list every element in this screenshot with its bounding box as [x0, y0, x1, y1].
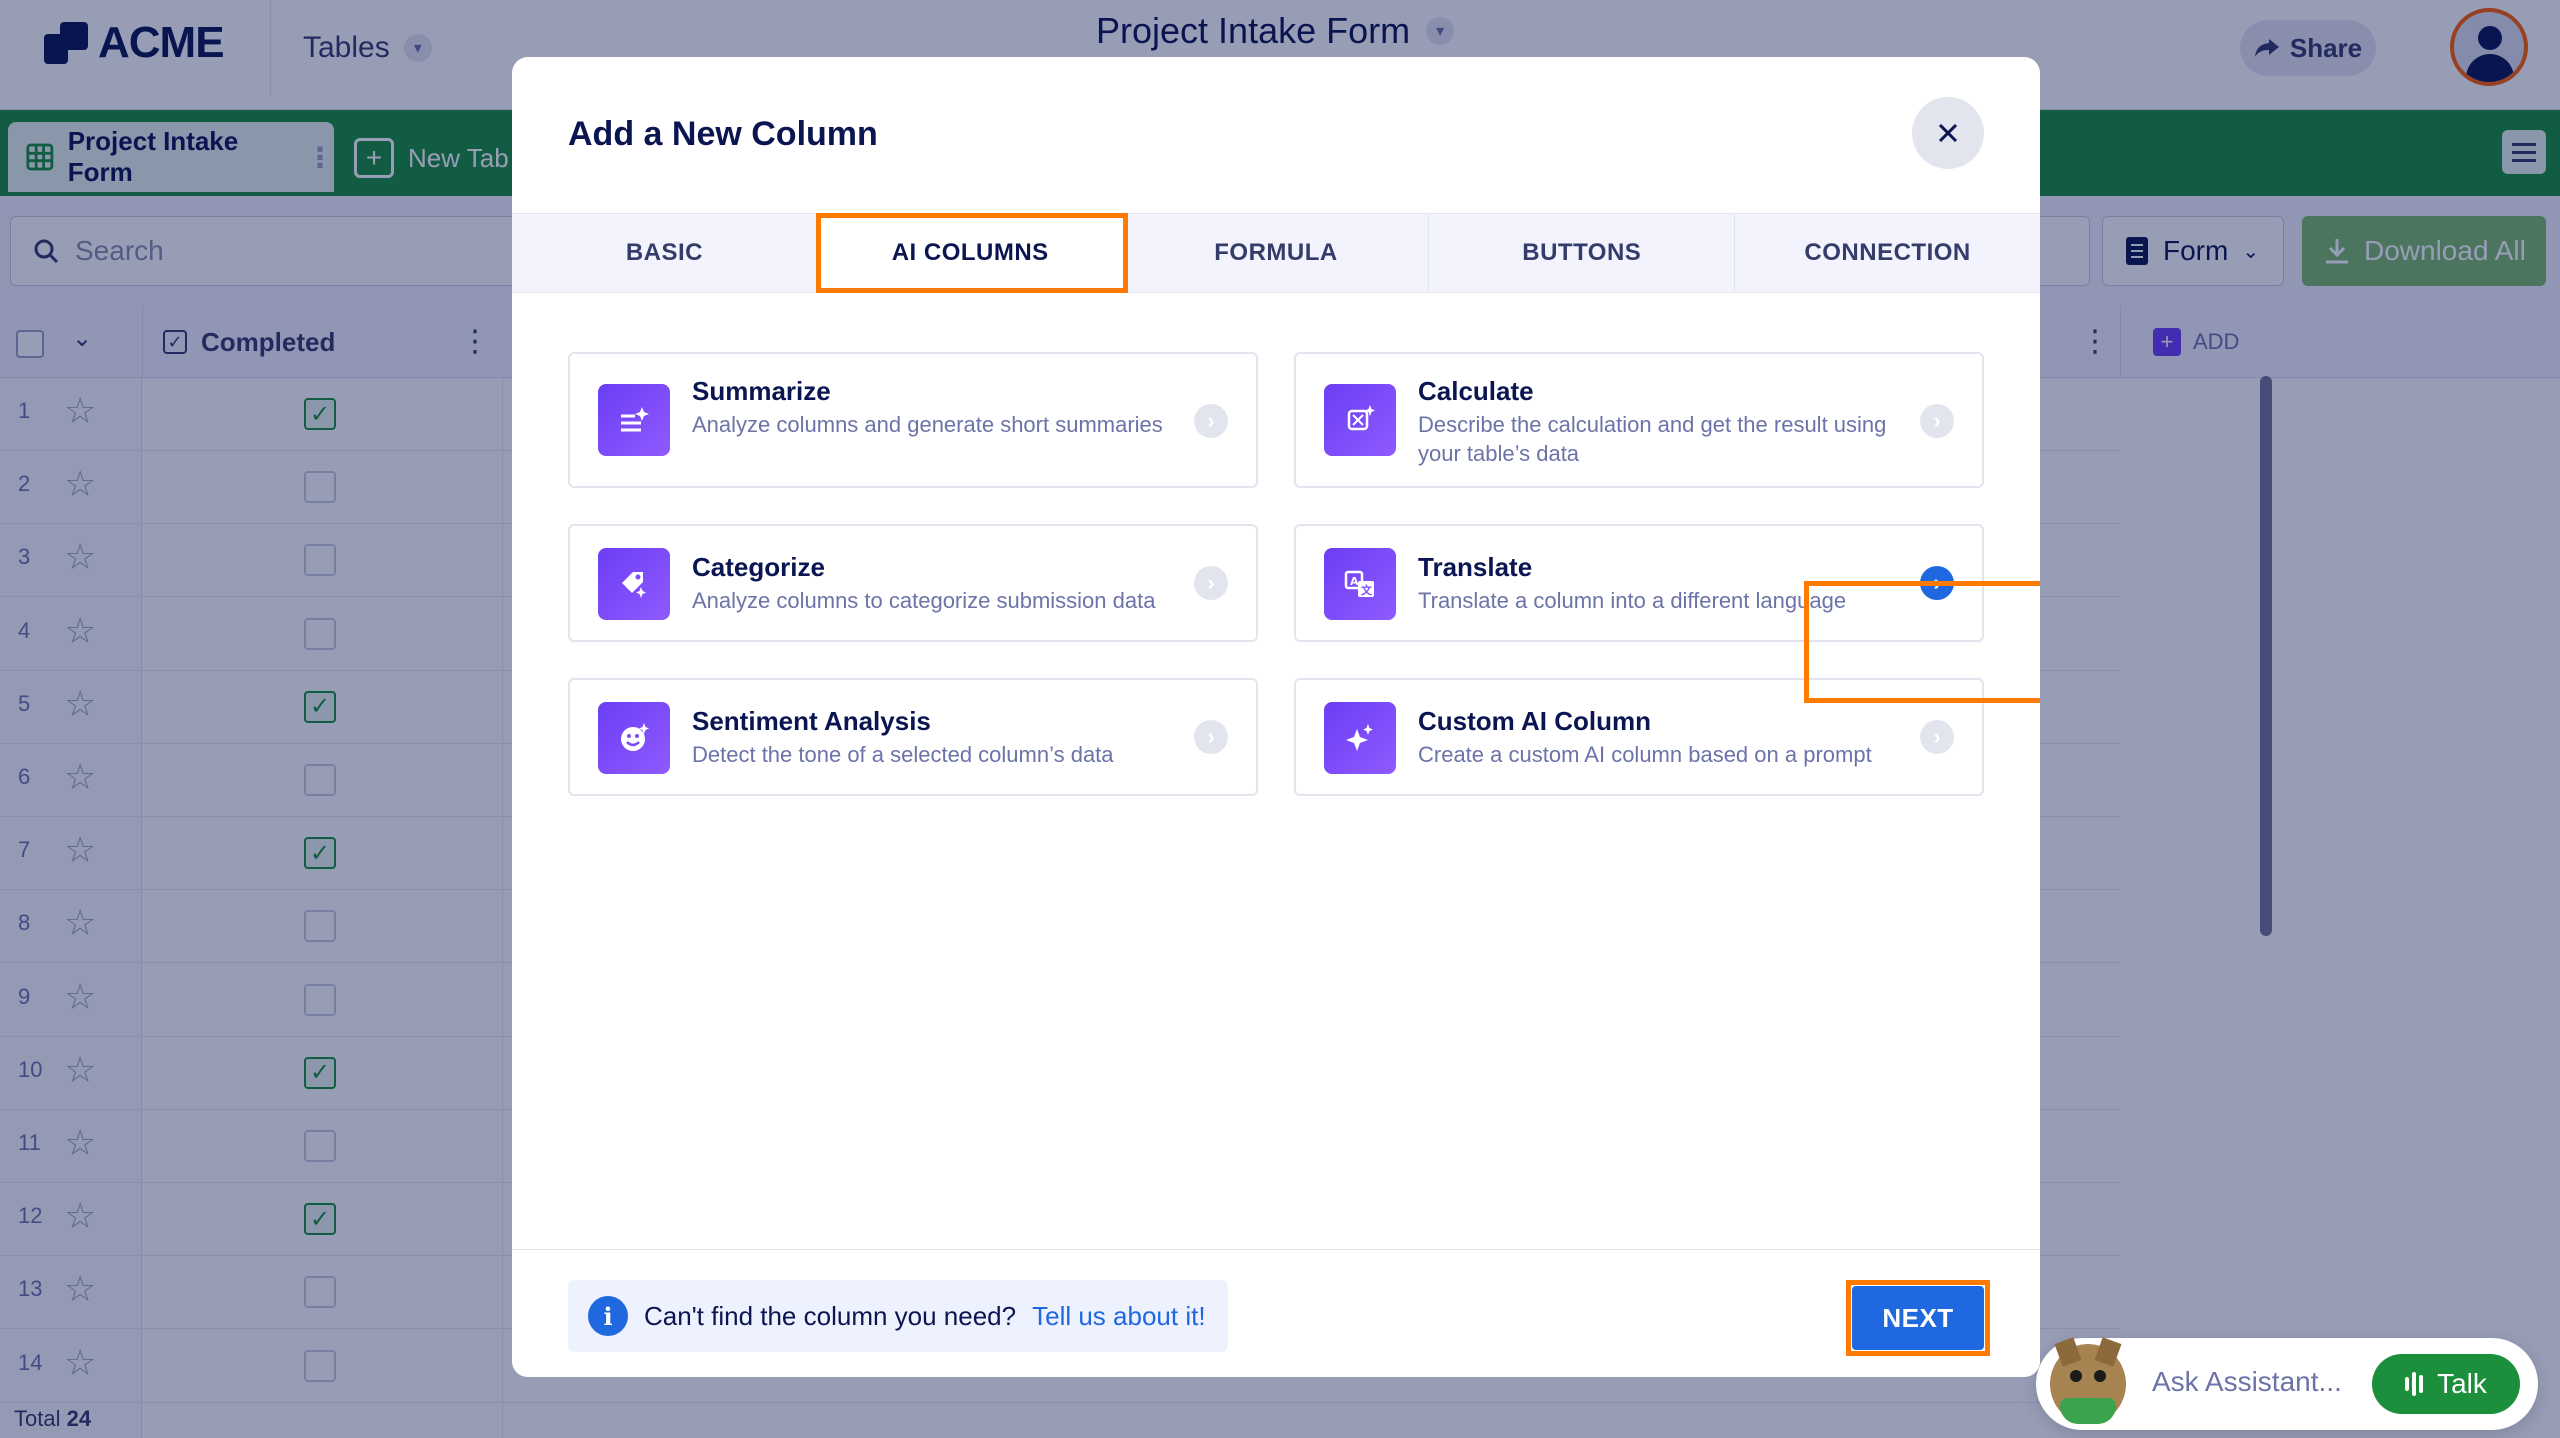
option-description: Analyze columns to categorize submission… — [692, 588, 1156, 613]
close-button[interactable] — [1912, 97, 1984, 169]
modal-title: Add a New Column — [568, 115, 878, 153]
option-translate[interactable]: A文 Translate Translate a column into a d… — [1294, 524, 1984, 642]
option-title: Summarize — [692, 376, 831, 406]
feedback-text: Can't find the column you need? — [644, 1300, 1017, 1331]
add-column-modal: Add a New Column BASIC AI COLUMNS FORMUL… — [512, 57, 2040, 1377]
option-calculate[interactable]: Calculate Describe the calculation and g… — [1294, 352, 1984, 488]
chevron-right-icon: › — [1920, 720, 1954, 754]
option-description: Detect the tone of a selected column’s d… — [692, 742, 1114, 767]
translate-icon: A文 — [1324, 548, 1396, 620]
option-title: Calculate — [1418, 376, 1534, 406]
talk-label: Talk — [2437, 1368, 2487, 1399]
option-description: Describe the calculation and get the res… — [1418, 412, 1887, 466]
feedback-link[interactable]: Tell us about it! — [1032, 1301, 1205, 1332]
option-description: Analyze columns and generate short summa… — [692, 412, 1163, 437]
sparkle-icon — [1324, 702, 1396, 774]
tab-ai-columns[interactable]: AI COLUMNS — [817, 214, 1124, 292]
ai-column-options: Summarize Analyze columns and generate s… — [568, 352, 1984, 812]
assistant-avatar-icon — [2050, 1337, 2126, 1424]
summarize-icon — [598, 384, 670, 456]
info-icon: i — [588, 1296, 628, 1336]
chevron-right-icon: › — [1194, 566, 1228, 600]
option-description: Translate a column into a different lang… — [1418, 588, 1847, 613]
option-title: Translate — [1418, 552, 1533, 582]
tab-formula[interactable]: FORMULA — [1124, 214, 1430, 292]
sentiment-icon — [598, 702, 670, 774]
option-summarize[interactable]: Summarize Analyze columns and generate s… — [568, 352, 1258, 488]
feedback-banner: i Can't find the column you need? Tell u… — [568, 1280, 1228, 1352]
ask-assistant-input[interactable]: Ask Assistant... — [2152, 1366, 2342, 1398]
modal-footer: i Can't find the column you need? Tell u… — [512, 1249, 2040, 1377]
next-button[interactable]: NEXT — [1852, 1286, 1984, 1350]
tab-buttons[interactable]: BUTTONS — [1429, 214, 1736, 292]
option-custom-ai-column[interactable]: Custom AI Column Create a custom AI colu… — [1294, 678, 1984, 796]
option-title: Categorize — [692, 552, 825, 582]
chevron-right-icon: › — [1194, 404, 1228, 438]
chevron-right-icon: › — [1194, 720, 1228, 754]
option-sentiment-analysis[interactable]: Sentiment Analysis Detect the tone of a … — [568, 678, 1258, 796]
option-title: Sentiment Analysis — [692, 706, 931, 736]
talk-button[interactable]: Talk — [2372, 1354, 2520, 1414]
close-icon — [1938, 123, 1958, 143]
svg-text:A: A — [1350, 575, 1359, 588]
chevron-right-icon: › — [1920, 566, 1954, 600]
option-categorize[interactable]: Categorize Analyze columns to categorize… — [568, 524, 1258, 642]
calculate-icon — [1324, 384, 1396, 456]
assistant-widget[interactable]: Ask Assistant... Talk — [2036, 1337, 2538, 1430]
svg-text:文: 文 — [1361, 583, 1373, 597]
option-title: Custom AI Column — [1418, 706, 1652, 736]
column-type-tabs: BASIC AI COLUMNS FORMULA BUTTONS CONNECT… — [512, 213, 2040, 293]
categorize-icon — [598, 548, 670, 620]
chevron-right-icon: › — [1920, 404, 1954, 438]
voice-bars-icon — [2405, 1372, 2424, 1396]
option-description: Create a custom AI column based on a pro… — [1418, 742, 1872, 767]
tab-basic[interactable]: BASIC — [512, 214, 818, 292]
tab-connection[interactable]: CONNECTION — [1735, 214, 2040, 292]
